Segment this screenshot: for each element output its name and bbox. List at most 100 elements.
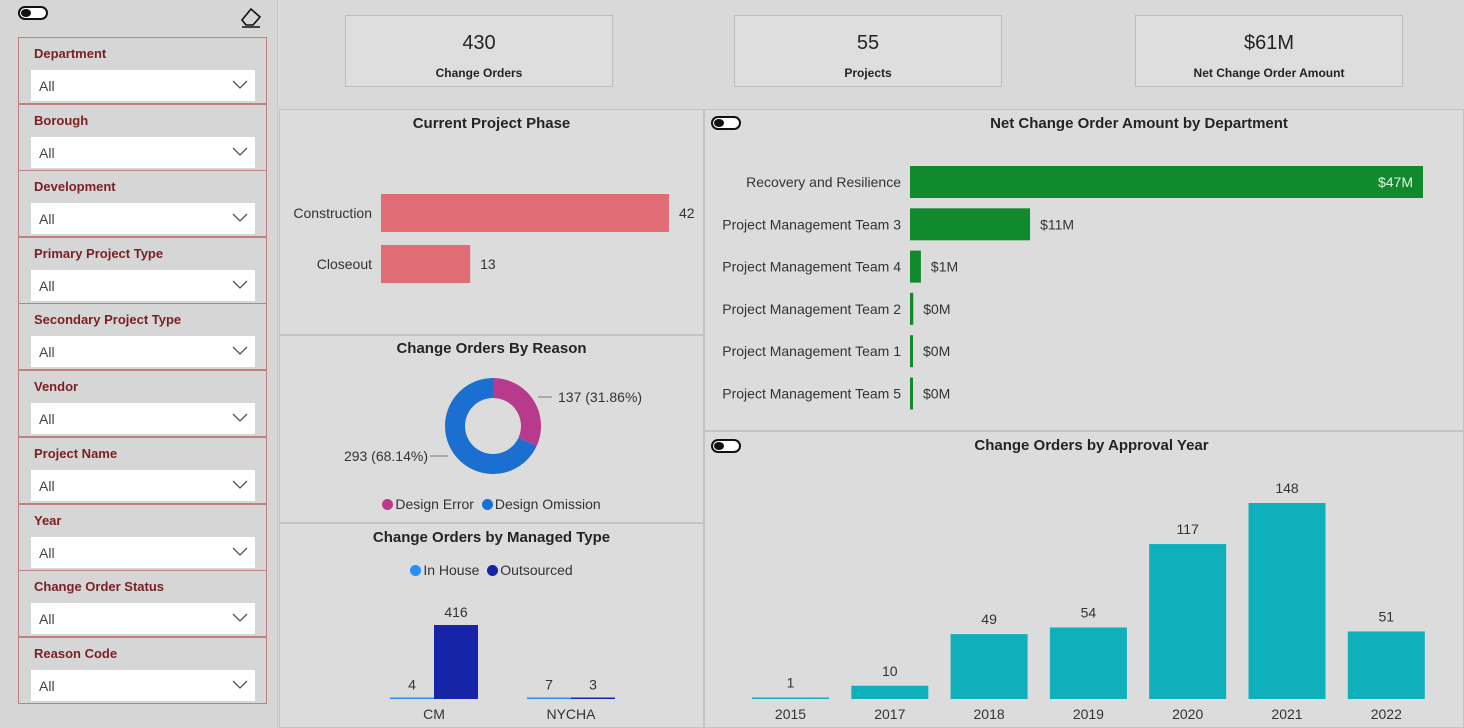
kpi-card-projects: 55 Projects [734, 15, 1002, 87]
legend-label: Design Omission [494, 496, 601, 512]
filter-label: Secondary Project Type [34, 312, 182, 327]
filter-dropdown[interactable]: All [31, 203, 255, 234]
kpi-label: Net Change Order Amount [1193, 66, 1345, 80]
managed-type-bar [571, 697, 615, 699]
chevron-down-icon [232, 547, 248, 556]
filter-slicer: Change Order Status All [18, 570, 267, 637]
donut-slice [493, 378, 541, 447]
kpi-card-change-orders: 430 Change Orders [345, 15, 613, 87]
legend-item-design-omission[interactable]: Design Omission [481, 496, 601, 512]
chevron-down-icon [232, 213, 248, 222]
managed-type-category-label: NYCHA [546, 706, 596, 722]
filter-dropdown[interactable]: All [31, 537, 255, 568]
department-bar [910, 335, 913, 368]
eraser-icon[interactable] [238, 4, 264, 30]
year-bar [1049, 627, 1127, 699]
managed-type-data-label: 416 [444, 604, 468, 620]
year-data-label: 51 [1379, 608, 1395, 624]
managed-type-category-label: CM [423, 706, 445, 722]
filter-value: All [39, 611, 55, 627]
year-category-label: 2022 [1371, 706, 1402, 722]
year-category-label: 2020 [1172, 706, 1203, 722]
chevron-down-icon [232, 413, 248, 422]
department-category-label: Project Management Team 4 [722, 259, 901, 275]
filter-slicer: Department All [18, 37, 267, 104]
filter-label: Primary Project Type [34, 246, 164, 261]
chevron-down-icon [232, 80, 248, 89]
year-bar-chart: 1 2015 10 2017 49 2018 54 2019 117 2020 148 2021 51 2… [752, 480, 1425, 722]
sidebar-toggle[interactable] [18, 6, 48, 20]
filter-slicer: Vendor All [18, 370, 267, 437]
year-category-label: 2019 [1073, 706, 1104, 722]
filter-slicer: Development All [18, 170, 267, 237]
department-bar [910, 292, 914, 325]
phase-category-label: Construction [293, 205, 372, 221]
department-category-label: Recovery and Resilience [746, 174, 901, 190]
department-bar-chart: Recovery and Resilience $47M Project Manag… [722, 166, 1423, 410]
filter-dropdown[interactable]: All [31, 70, 255, 101]
managed-type-data-label: 4 [408, 677, 416, 693]
donut-data-label: 137 (31.86%) [558, 389, 642, 405]
legend-label: Design Error [395, 496, 474, 512]
filter-label: Project Name [34, 446, 118, 461]
filter-dropdown[interactable]: All [31, 470, 255, 501]
kpi-label: Projects [844, 66, 892, 80]
filter-value: All [39, 344, 55, 360]
filter-slicer: Year All [18, 504, 267, 571]
phase-category-label: Closeout [317, 256, 372, 272]
chevron-down-icon [232, 346, 248, 355]
filter-dropdown[interactable]: All [31, 336, 255, 367]
year-bar [950, 634, 1028, 699]
year-bar [1149, 544, 1227, 699]
year-data-label: 148 [1275, 480, 1299, 496]
department-data-label: $47M [1378, 174, 1413, 190]
filter-slicer: Reason Code All [18, 637, 267, 704]
department-bar [910, 166, 1423, 198]
department-data-label: $0M [923, 386, 950, 402]
toggle-knob [21, 9, 31, 17]
filter-slicer: Secondary Project Type All [18, 303, 267, 370]
chevron-down-icon [232, 280, 248, 289]
filter-value: All [39, 278, 55, 294]
filter-value: All [39, 478, 55, 494]
filter-dropdown[interactable]: All [31, 137, 255, 168]
year-bar [752, 697, 829, 699]
filter-label: Development [34, 179, 116, 194]
filter-dropdown[interactable]: All [31, 403, 255, 434]
chevron-down-icon [232, 680, 248, 689]
filter-dropdown[interactable]: All [31, 603, 255, 634]
kpi-value: 55 [856, 32, 880, 54]
filter-value: All [39, 678, 55, 694]
department-category-label: Project Management Team 3 [722, 216, 901, 232]
phase-bar [381, 194, 669, 232]
reason-chart-panel: Change Orders By Reason 137 (31.86%) 293 … [279, 335, 704, 523]
department-data-label: $1M [931, 259, 958, 275]
year-data-label: 1 [787, 675, 795, 691]
filter-slicer: Project Name All [18, 437, 267, 504]
filter-dropdown[interactable]: All [31, 670, 255, 701]
legend-item-design-error[interactable]: Design Error [382, 496, 474, 512]
managed-type-data-label: 3 [589, 677, 597, 693]
department-chart-panel: Net Change Order Amount by Department Re… [704, 109, 1464, 431]
department-category-label: Project Management Team 5 [722, 386, 901, 402]
filter-label: Department [34, 46, 107, 61]
phase-chart-panel: Current Project Phase Construction 42 Clos… [279, 109, 704, 335]
managed-type-bar [527, 697, 571, 699]
kpi-card-net-amount: $61M Net Change Order Amount [1135, 15, 1403, 87]
filter-dropdown[interactable]: All [31, 270, 255, 301]
filter-sidebar: Department All Borough All Development All Pri… [0, 0, 278, 728]
year-data-label: 49 [981, 611, 997, 627]
managed-type-data-label: 7 [545, 677, 553, 693]
year-data-label: 54 [1081, 604, 1097, 620]
chevron-down-icon [232, 480, 248, 489]
department-data-label: $0M [923, 343, 950, 359]
reason-donut-chart: 137 (31.86%) 293 (68.14%) [344, 378, 642, 474]
department-data-label: $11M [1040, 216, 1074, 232]
filter-label: Borough [34, 113, 89, 128]
department-category-label: Project Management Team 2 [722, 301, 901, 317]
year-category-label: 2015 [775, 706, 806, 722]
managed-type-bar [434, 625, 478, 699]
filter-slicer: Primary Project Type All [18, 237, 267, 304]
filter-value: All [39, 411, 55, 427]
phase-data-label: 13 [480, 256, 496, 272]
